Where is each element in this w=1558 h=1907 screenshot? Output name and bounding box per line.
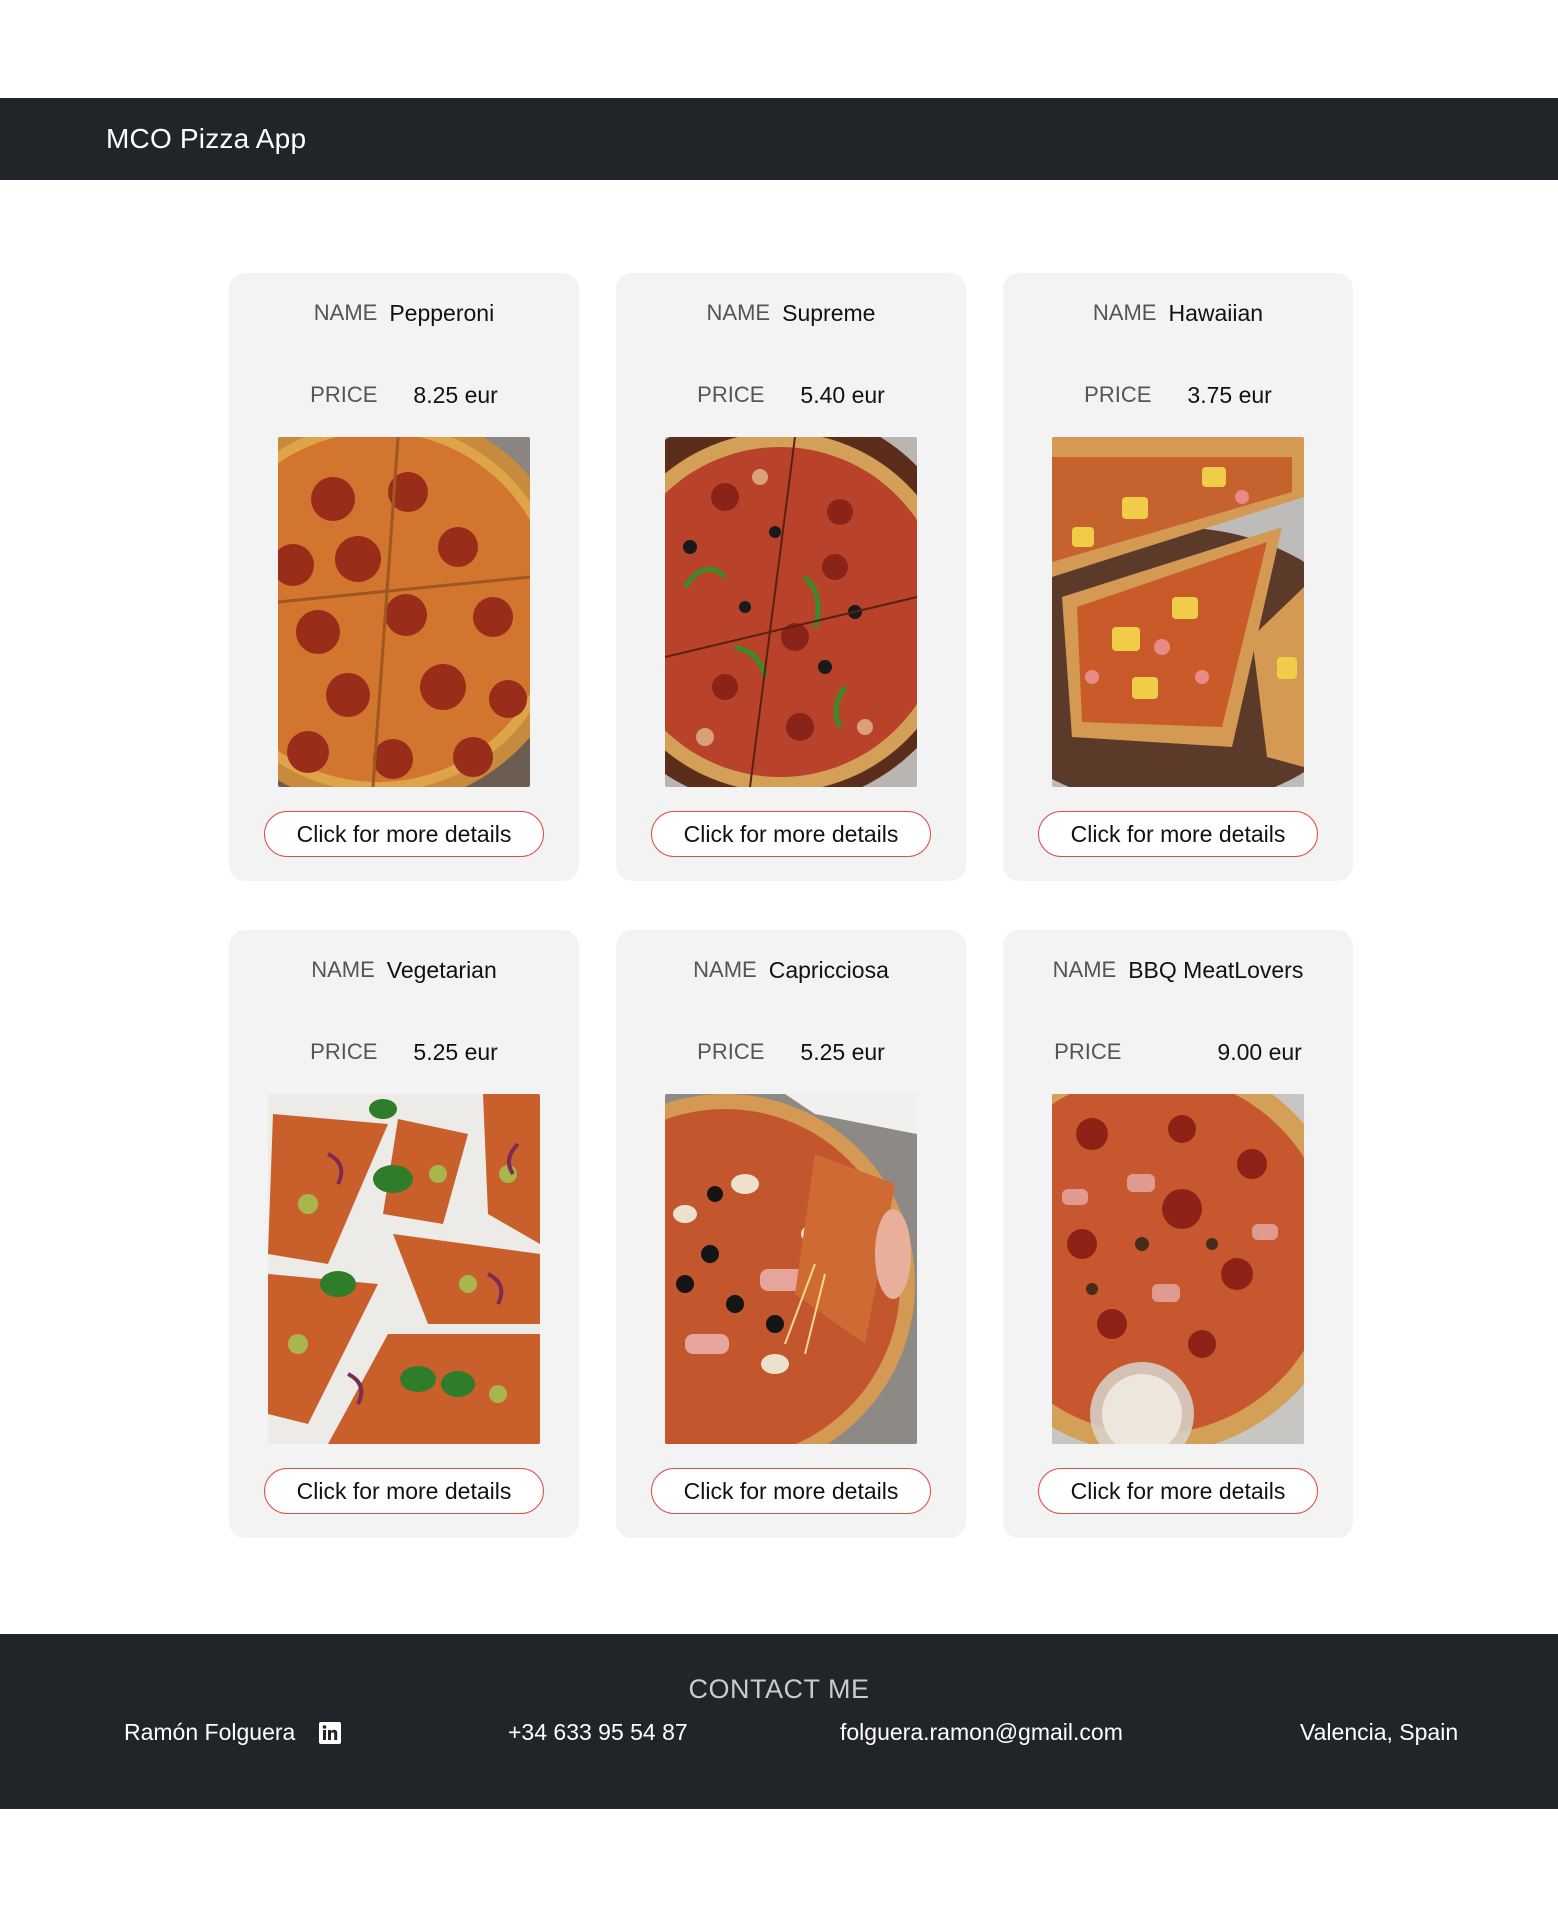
pizza-name-row: NAME BBQ MeatLovers [1003, 957, 1353, 984]
bbq-meatlovers-pizza-photo [1052, 1094, 1304, 1444]
details-button[interactable]: Click for more details [1038, 811, 1318, 857]
vegetarian-pizza-photo [268, 1094, 540, 1444]
details-button[interactable]: Click for more details [1038, 1468, 1318, 1514]
pizza-price-row: PRICE 5.25 eur [229, 1039, 579, 1066]
pizza-grid: NAME Pepperoni PRICE 8.25 eur Click for … [229, 273, 1353, 1538]
pizza-card: NAME BBQ MeatLovers PRICE 9.00 eur Click… [1003, 930, 1353, 1538]
pizza-price: 5.25 eur [413, 1039, 498, 1065]
name-label: NAME [1092, 300, 1157, 325]
pizza-name: Supreme [782, 300, 876, 326]
pizza-name: Capricciosa [768, 957, 889, 983]
pizza-name: BBQ MeatLovers [1128, 957, 1304, 983]
contact-phone[interactable]: +34 633 95 54 87 [508, 1719, 688, 1746]
pizza-card: NAME Pepperoni PRICE 8.25 eur Click for … [229, 273, 579, 881]
contact-email[interactable]: folguera.ramon@gmail.com [840, 1719, 1123, 1746]
pizza-name-row: NAME Pepperoni [229, 300, 579, 327]
contact-name-block: Ramón Folguera [124, 1719, 342, 1746]
name-label: NAME [706, 300, 771, 325]
price-label: PRICE [1054, 1039, 1122, 1064]
pizza-card: NAME Vegetarian PRICE 5.25 eur Click for… [229, 930, 579, 1538]
pizza-card: NAME Supreme PRICE 5.40 eur Click for mo… [616, 273, 966, 881]
pizza-price: 9.00 eur [1217, 1039, 1302, 1065]
pizza-price: 5.40 eur [800, 382, 885, 408]
pizza-name-row: NAME Vegetarian [229, 957, 579, 984]
pizza-card: NAME Hawaiian PRICE 3.75 eur Click for m… [1003, 273, 1353, 881]
price-label: PRICE [697, 1039, 765, 1064]
contact-name: Ramón Folguera [124, 1719, 296, 1745]
name-label: NAME [311, 957, 375, 982]
pepperoni-pizza-photo [278, 437, 530, 787]
price-label: PRICE [310, 1039, 378, 1064]
price-label: PRICE [310, 382, 378, 407]
capricciosa-pizza-photo [665, 1094, 917, 1444]
pizza-name: Pepperoni [389, 300, 495, 326]
price-label: PRICE [697, 382, 765, 407]
pizza-card: NAME Capricciosa PRICE 5.25 eur Click fo… [616, 930, 966, 1538]
linkedin-icon[interactable] [319, 1721, 342, 1744]
pizza-name-row: NAME Hawaiian [1003, 300, 1353, 327]
details-button[interactable]: Click for more details [651, 1468, 931, 1514]
pizza-price-row: PRICE 5.40 eur [616, 382, 966, 409]
pizza-price: 8.25 eur [413, 382, 498, 408]
footer: CONTACT ME Ramón Folguera +34 633 95 54 … [0, 1634, 1558, 1809]
pizza-price-row: PRICE 5.25 eur [616, 1039, 966, 1066]
pizza-price-row: PRICE 8.25 eur [229, 382, 579, 409]
name-label: NAME [313, 300, 378, 325]
pizza-name-row: NAME Capricciosa [616, 957, 966, 984]
navbar: MCO Pizza App [0, 98, 1558, 180]
name-label: NAME [1052, 957, 1117, 982]
name-label: NAME [693, 957, 757, 982]
pizza-price-row: PRICE 3.75 eur [1003, 382, 1353, 409]
contact-location: Valencia, Spain [1300, 1719, 1459, 1745]
pizza-name: Hawaiian [1168, 300, 1264, 326]
pizza-price: 5.25 eur [800, 1039, 885, 1065]
supreme-pizza-photo [665, 437, 917, 787]
details-button[interactable]: Click for more details [651, 811, 931, 857]
details-button[interactable]: Click for more details [264, 1468, 544, 1514]
pizza-price-row: PRICE 9.00 eur [1003, 1039, 1353, 1066]
price-label: PRICE [1084, 382, 1152, 407]
contact-title: CONTACT ME [688, 1674, 870, 1704]
details-button[interactable]: Click for more details [264, 811, 544, 857]
pizza-name-row: NAME Supreme [616, 300, 966, 327]
hawaiian-pizza-photo [1052, 437, 1304, 787]
brand-title[interactable]: MCO Pizza App [106, 123, 306, 155]
pizza-name: Vegetarian [386, 957, 497, 983]
pizza-price: 3.75 eur [1187, 382, 1272, 408]
